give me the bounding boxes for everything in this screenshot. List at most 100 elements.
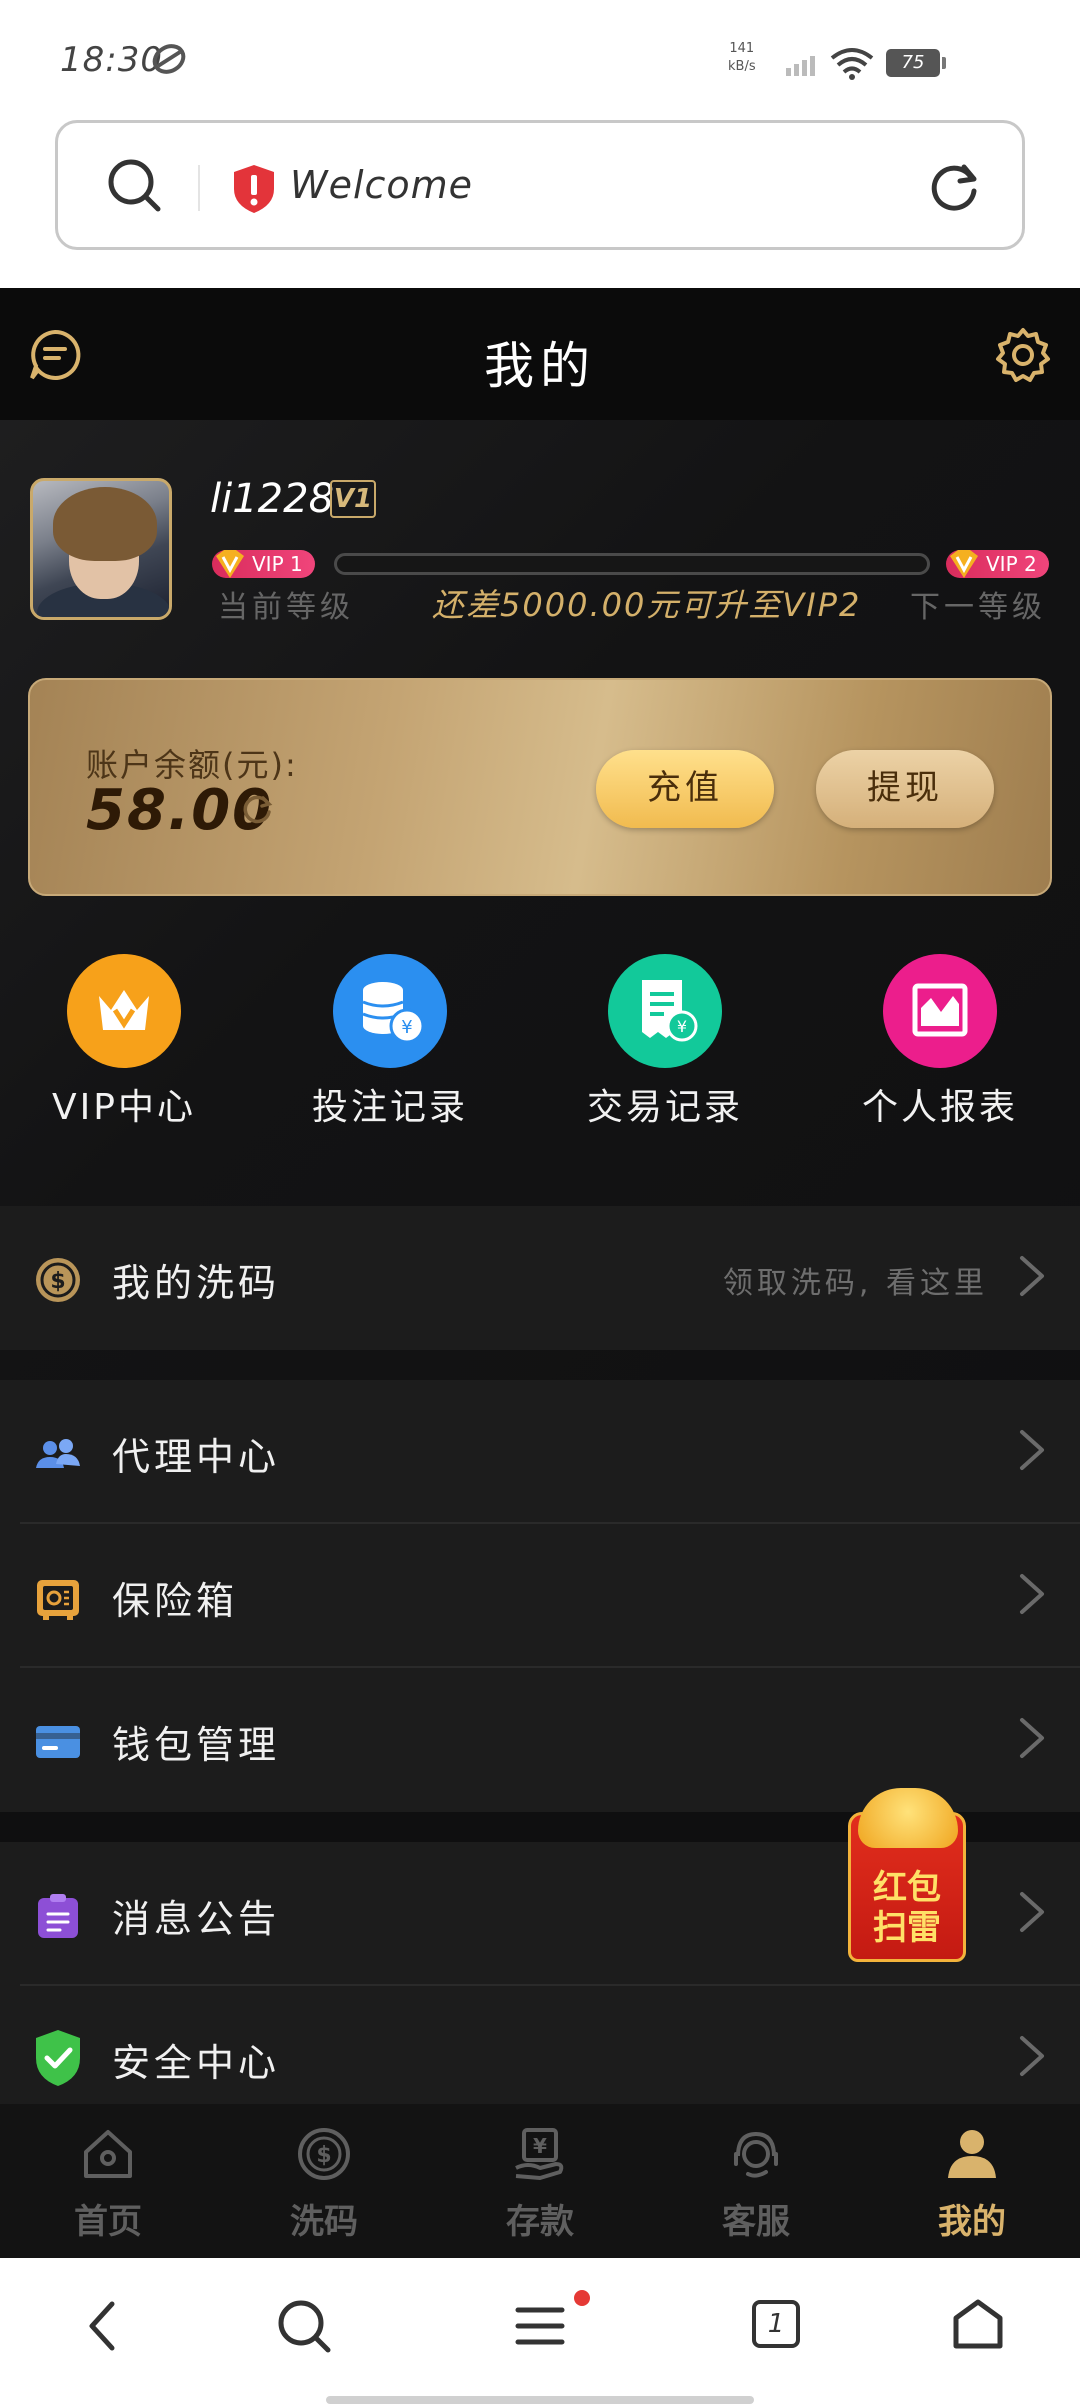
status-bar: 18:30 141 kB/s 75 <box>0 0 1080 120</box>
next-level-label: 下一等级 <box>910 590 1046 625</box>
red-packet-label: 红包 扫雷 <box>848 1868 966 1948</box>
app-content: 我的 li1228 V1 VIP 1 VIP 2 当前等级 还差5000.00元… <box>0 288 1080 2258</box>
avatar[interactable] <box>30 478 172 620</box>
gesture-handle <box>326 2396 754 2404</box>
tab-wash[interactable]: $ 洗码 <box>244 2124 404 2243</box>
vip-crown-icon <box>67 954 181 1068</box>
menu-icon[interactable] <box>514 2302 566 2350</box>
withdraw-button[interactable]: 提现 <box>816 750 994 828</box>
profile-icon <box>948 2130 996 2178</box>
home-shape-icon[interactable] <box>952 2298 1004 2350</box>
gear-icon[interactable] <box>994 326 1052 384</box>
shortcut-transaction-records[interactable]: ¥ 交易记录 <box>565 954 765 1130</box>
network-speed-value: 141 <box>729 41 755 56</box>
tab-support[interactable]: 客服 <box>676 2124 836 2243</box>
support-icon <box>734 2131 778 2178</box>
gold-coin-icon <box>858 1788 958 1848</box>
svg-text:¥: ¥ <box>677 1017 687 1036</box>
diamond-v-icon <box>950 550 978 578</box>
menu-row-my-wash[interactable]: $ 我的洗码 领取洗码, 看这里 <box>0 1206 1080 1350</box>
red-packet-minesweeper-button[interactable]: 红包 扫雷 <box>848 1788 968 1962</box>
network-speed: 141 kB/s <box>728 40 756 76</box>
red-packet-line2: 扫雷 <box>873 1908 941 1948</box>
tab-profile[interactable]: 我的 <box>892 2124 1052 2243</box>
deposit-icon: ¥ <box>515 2128 564 2180</box>
signal-icon <box>786 56 815 76</box>
page-header: 我的 <box>0 288 1080 420</box>
username: li1228 <box>210 476 335 522</box>
back-icon[interactable] <box>84 2300 120 2352</box>
tab-home[interactable]: 首页 <box>28 2124 188 2243</box>
menu-row-agent-center[interactable]: 代理中心 <box>0 1380 1080 1524</box>
next-vip-pill: VIP 2 <box>946 550 1049 578</box>
notification-dot <box>574 2290 590 2306</box>
tab-label: 存款 <box>506 2202 574 2242</box>
svg-text:¥: ¥ <box>401 1017 412 1038</box>
shortcut-label: 个人报表 <box>861 1087 1018 1128</box>
report-chart-icon <box>883 954 997 1068</box>
refresh-balance-icon[interactable] <box>240 792 274 826</box>
menu-group-wash: $ 我的洗码 领取洗码, 看这里 <box>0 1206 1080 1350</box>
browser-url-bar[interactable]: Welcome <box>55 120 1025 250</box>
menu-label: 消息公告 <box>112 1897 281 1941</box>
menu-row-safe-box[interactable]: 保险箱 <box>0 1524 1080 1668</box>
menu-label: 代理中心 <box>112 1435 281 1479</box>
security-warning-icon[interactable] <box>230 163 278 215</box>
dollar-coin-icon: $ <box>36 1258 80 1302</box>
status-time: 18:30 <box>60 40 163 80</box>
receipt-icon: ¥ <box>608 954 722 1068</box>
tab-label: 洗码 <box>290 2202 358 2242</box>
users-icon <box>36 1439 80 1468</box>
browser-navigation-bar: 1 <box>0 2258 1080 2408</box>
clipboard-icon <box>38 1894 78 1938</box>
url-divider <box>198 165 200 211</box>
network-speed-unit: kB/s <box>728 59 756 74</box>
search-icon[interactable] <box>106 157 164 215</box>
safe-icon <box>37 1580 79 1620</box>
vip-progress-bar <box>334 553 930 575</box>
svg-text:$: $ <box>50 1269 65 1294</box>
search-icon[interactable] <box>276 2298 332 2354</box>
chevron-right-icon <box>1020 2036 1044 2076</box>
menu-hint: 领取洗码, 看这里 <box>722 1266 988 1301</box>
reload-icon[interactable] <box>926 159 982 215</box>
url-text[interactable]: Welcome <box>290 163 473 207</box>
chevron-right-icon <box>1020 1574 1044 1614</box>
wash-coin-icon: $ <box>298 2128 350 2180</box>
balance-card: 账户余额(元): 58.00 充值 提现 <box>28 678 1052 896</box>
upgrade-hint: 还差5000.00元可升至VIP2 <box>432 586 862 624</box>
current-level-label: 当前等级 <box>218 590 354 625</box>
home-icon <box>84 2130 132 2178</box>
chevron-right-icon <box>1020 1718 1044 1758</box>
do-not-disturb-icon <box>152 44 186 74</box>
card-icon <box>36 1726 80 1758</box>
bottom-tab-bar: 首页 $ 洗码 ¥ 存款 客服 我的 <box>0 2104 1080 2258</box>
shortcut-bet-records[interactable]: ¥ 投注记录 <box>290 954 490 1130</box>
coins-icon: ¥ <box>333 954 447 1068</box>
diamond-v-icon <box>216 550 244 578</box>
current-vip-label: VIP 1 <box>252 552 303 576</box>
tab-deposit[interactable]: ¥ 存款 <box>460 2124 620 2243</box>
menu-group-account: 代理中心 保险箱 钱包管理 <box>0 1380 1080 1812</box>
red-packet-line1: 红包 <box>873 1868 941 1908</box>
chevron-right-icon <box>1020 1256 1044 1296</box>
tabs-count-button[interactable]: 1 <box>752 2300 800 2348</box>
svg-text:$: $ <box>316 2143 331 2168</box>
menu-label: 安全中心 <box>112 2041 281 2085</box>
chevron-right-icon <box>1020 1892 1044 1932</box>
shortcut-label: VIP中心 <box>52 1087 196 1128</box>
current-vip-pill: VIP 1 <box>212 550 315 578</box>
shortcut-vip-center[interactable]: VIP中心 <box>24 954 224 1130</box>
svg-text:¥: ¥ <box>533 2134 547 2158</box>
next-vip-label: VIP 2 <box>986 552 1037 576</box>
menu-label: 钱包管理 <box>112 1723 281 1767</box>
chevron-right-icon <box>1020 1430 1044 1470</box>
recharge-button[interactable]: 充值 <box>596 750 774 828</box>
shortcut-label: 交易记录 <box>586 1087 743 1128</box>
tab-label: 我的 <box>938 2202 1006 2242</box>
menu-label: 我的洗码 <box>112 1261 281 1305</box>
page-title: 我的 <box>484 337 596 395</box>
battery-icon: 75 <box>886 49 946 77</box>
shortcut-personal-report[interactable]: 个人报表 <box>840 954 1040 1130</box>
vip-level-badge: V1 <box>330 480 376 518</box>
